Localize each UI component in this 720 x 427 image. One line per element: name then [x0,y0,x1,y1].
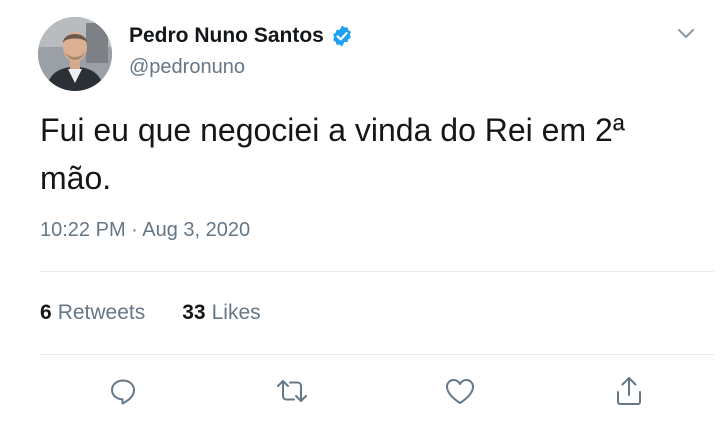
divider [40,354,714,355]
author-name-row[interactable]: Pedro Nuno Santos [129,22,354,50]
heart-icon [444,376,476,406]
chevron-down-icon[interactable] [675,24,697,44]
tweet-timestamp[interactable]: 10:22 PM · Aug 3, 2020 [40,219,250,242]
verified-badge-icon [330,24,354,48]
speech-bubble-icon [108,376,138,406]
like-button[interactable] [443,374,477,408]
retweets-count: 6 [40,301,52,324]
retweet-arrows-icon [275,376,309,406]
author-handle[interactable]: @pedronuno [129,56,245,79]
tweet-text: Fui eu que negociei a vinda do Rei em 2ª… [40,112,625,196]
reply-button[interactable] [106,374,140,408]
retweets-label: Retweets [57,301,146,324]
retweets-stat[interactable]: 6 Retweets [40,301,145,325]
likes-stat[interactable]: 33 Likes [182,301,260,325]
share-button[interactable] [612,374,646,408]
author-display-name[interactable]: Pedro Nuno Santos [129,24,324,48]
likes-label: Likes [211,301,261,324]
tweet-stats: 6 Retweets 33 Likes [40,301,261,325]
share-upload-icon [614,375,644,407]
retweet-button[interactable] [275,374,309,408]
divider [40,271,714,272]
likes-count: 33 [182,301,206,324]
avatar[interactable] [38,17,112,91]
profile-photo [38,17,112,91]
